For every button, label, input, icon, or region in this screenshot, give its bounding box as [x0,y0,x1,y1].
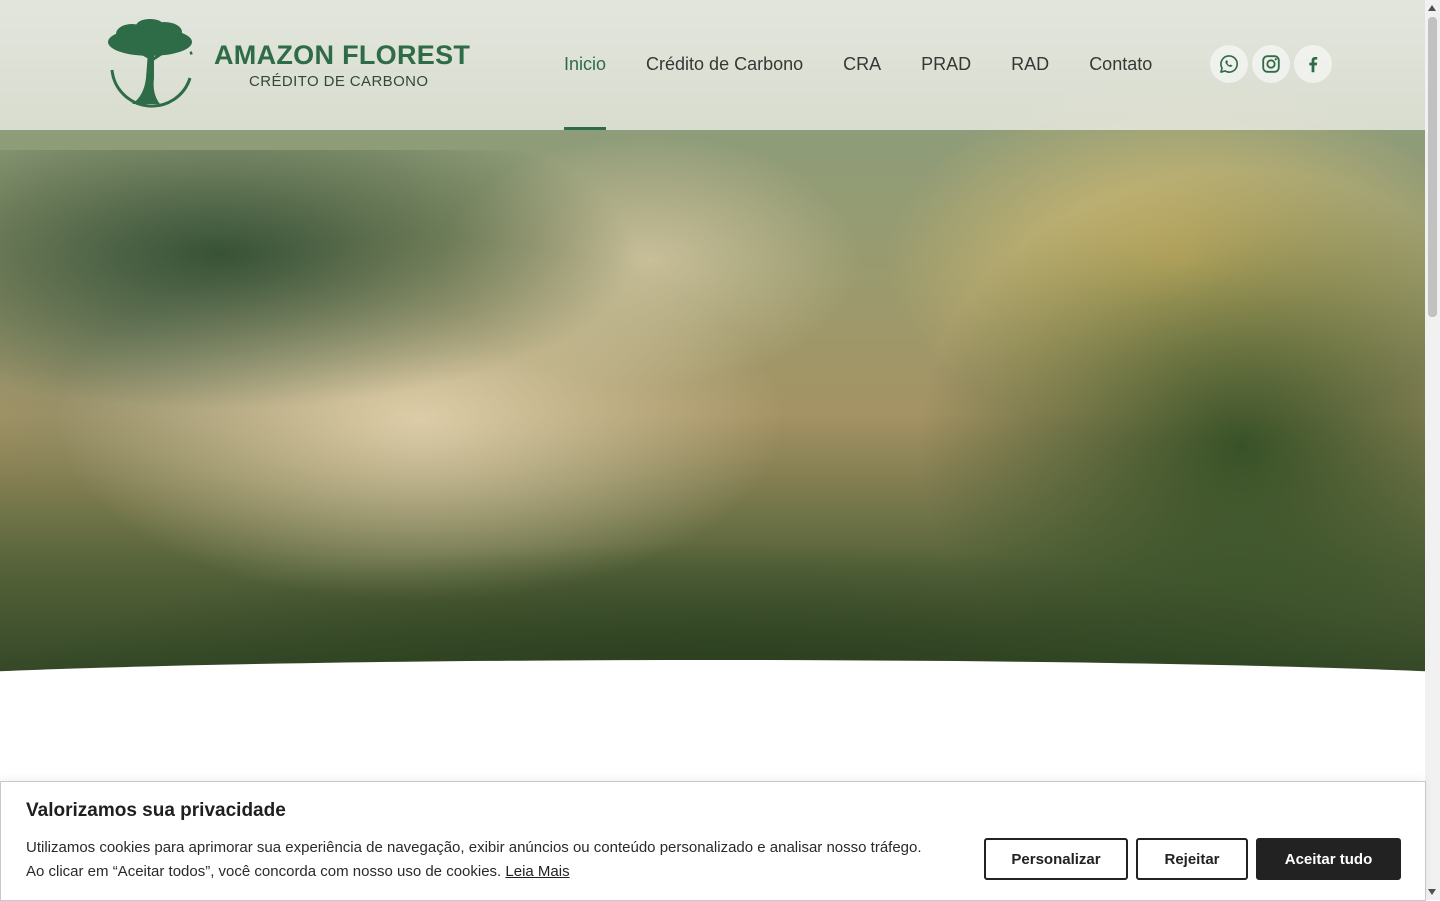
whatsapp-icon[interactable] [1210,45,1248,83]
cookie-title: Valorizamos sua privacidade [26,800,286,821]
reject-button[interactable]: Rejeitar [1136,838,1248,880]
scroll-down-arrow-icon[interactable] [1428,889,1436,895]
cookie-read-more-link[interactable]: Leia Mais [505,863,569,880]
hero-forest-ridge [0,150,640,410]
nav-item-cra[interactable]: CRA [843,0,881,130]
nav-item-contato[interactable]: Contato [1089,0,1152,130]
nav-item-credito-de-carbono[interactable]: Crédito de Carbono [646,0,803,130]
scrollbar-thumb[interactable] [1428,17,1437,317]
main-nav: Inicio Crédito de Carbono CRA PRAD RAD C… [564,0,1152,130]
brand-tagline: CRÉDITO DE CARBONO [249,73,429,90]
scroll-up-arrow-icon[interactable] [1428,5,1436,11]
instagram-icon[interactable] [1252,45,1290,83]
cookie-description: Utilizamos cookies para aprimorar sua ex… [26,836,926,884]
cookie-consent-banner: Valorizamos sua privacidade Utilizamos c… [0,781,1426,901]
hero-bottom-curve [0,660,1425,690]
social-links [1210,45,1332,83]
tree-logo-icon[interactable] [102,18,198,112]
site-header: AMAZON FLOREST CRÉDITO DE CARBONO Inicio… [0,0,1425,130]
nav-item-inicio[interactable]: Inicio [564,0,607,130]
cookie-text: Utilizamos cookies para aprimorar sua ex… [26,839,922,880]
page-scrollbar[interactable] [1425,0,1440,900]
facebook-icon[interactable] [1294,45,1332,83]
customize-button[interactable]: Personalizar [984,838,1128,880]
nav-item-rad[interactable]: RAD [1011,0,1049,130]
nav-item-prad[interactable]: PRAD [921,0,971,130]
accept-all-button[interactable]: Aceitar tudo [1256,838,1401,880]
brand-name[interactable]: AMAZON FLOREST [214,40,470,71]
